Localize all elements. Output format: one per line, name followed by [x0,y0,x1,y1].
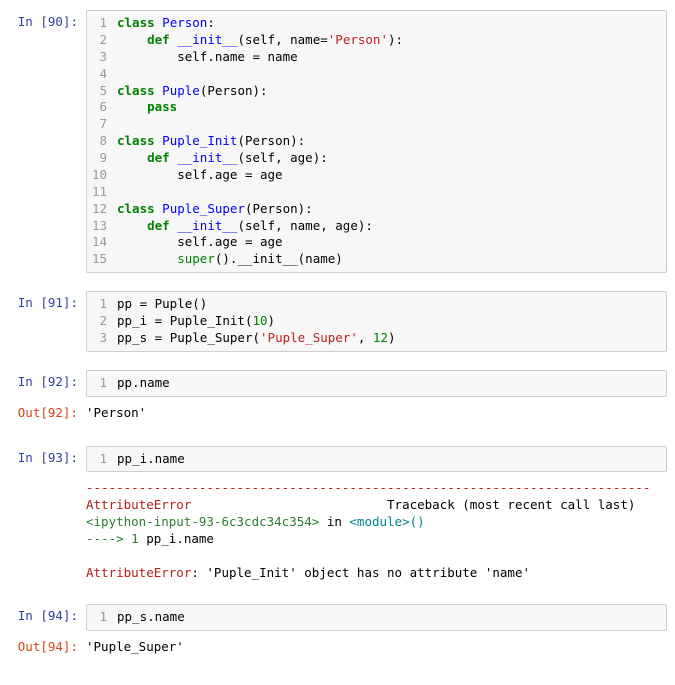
code-source [117,116,666,133]
code-source: super().__init__(name) [117,251,666,268]
line-number: 3 [87,330,117,347]
code-block[interactable]: 1class Person:2 def __init__(self, name=… [86,10,667,273]
line-number: 15 [87,251,117,268]
code-source: def __init__(self, age): [117,150,666,167]
line-number: 8 [87,133,117,150]
line-number: 9 [87,150,117,167]
code-line: 14 self.age = age [87,234,666,251]
line-number: 1 [87,15,117,32]
code-source: pass [117,99,666,116]
code-source: class Puple_Super(Person): [117,201,666,218]
input-cell: In [93]:1pp_i.name [8,444,667,475]
notebook: In [90]:1class Person:2 def __init__(sel… [8,8,667,677]
code-source: class Puple(Person): [117,83,666,100]
code-block[interactable]: 1pp_s.name [86,604,667,631]
code-source [117,184,666,201]
code-source: pp_s = Puple_Super('Puple_Super', 12) [117,330,666,347]
line-number: 14 [87,234,117,251]
code-line: 9 def __init__(self, age): [87,150,666,167]
code-source: pp = Puple() [117,296,666,313]
line-number: 1 [87,296,117,313]
code-source: self.age = age [117,234,666,251]
code-line: 4 [87,66,666,83]
input-cell: In [92]:1pp.name [8,368,667,399]
code-source: pp_i = Puple_Init(10) [117,313,666,330]
line-number: 3 [87,49,117,66]
code-source: class Puple_Init(Person): [117,133,666,150]
code-line: 1class Person: [87,15,666,32]
output-cell: Out[92]:'Person' [8,399,667,430]
code-block[interactable]: 1pp_i.name [86,446,667,473]
code-line: 8class Puple_Init(Person): [87,133,666,150]
line-number: 11 [87,184,117,201]
input-prompt: In [93]: [8,446,86,473]
error-cell: ----------------------------------------… [8,474,667,587]
line-number: 7 [87,116,117,133]
code-source: self.name = name [117,49,666,66]
code-line: 2pp_i = Puple_Init(10) [87,313,666,330]
output-prompt: Out[92]: [8,401,86,428]
code-line: 1pp_i.name [87,451,666,468]
line-number: 2 [87,313,117,330]
code-line: 7 [87,116,666,133]
code-block[interactable]: 1pp = Puple()2pp_i = Puple_Init(10)3pp_s… [86,291,667,352]
code-line: 1pp = Puple() [87,296,666,313]
input-cell: In [90]:1class Person:2 def __init__(sel… [8,8,667,275]
code-source: def __init__(self, name, age): [117,218,666,235]
output-text: 'Person' [86,401,667,428]
code-line: 5class Puple(Person): [87,83,666,100]
input-cell: In [91]:1pp = Puple()2pp_i = Puple_Init(… [8,289,667,354]
code-line: 11 [87,184,666,201]
code-line: 3pp_s = Puple_Super('Puple_Super', 12) [87,330,666,347]
code-line: 15 super().__init__(name) [87,251,666,268]
code-source: pp_i.name [117,451,666,468]
output-prompt: Out[94]: [8,635,86,662]
input-prompt: In [90]: [8,10,86,273]
line-number: 2 [87,32,117,49]
line-number: 12 [87,201,117,218]
code-line: 10 self.age = age [87,167,666,184]
output-text: 'Puple_Super' [86,635,667,662]
code-line: 13 def __init__(self, name, age): [87,218,666,235]
code-line: 3 self.name = name [87,49,666,66]
line-number: 4 [87,66,117,83]
line-number: 1 [87,375,117,392]
line-number: 6 [87,99,117,116]
input-prompt: In [92]: [8,370,86,397]
line-number: 10 [87,167,117,184]
code-source: class Person: [117,15,666,32]
code-source [117,66,666,83]
code-source: pp.name [117,375,666,392]
traceback: ----------------------------------------… [86,476,667,585]
code-line: 6 pass [87,99,666,116]
line-number: 5 [87,83,117,100]
line-number: 13 [87,218,117,235]
input-prompt: In [94]: [8,604,86,631]
output-cell: Out[94]:'Puple_Super' [8,633,667,664]
code-line: 1pp.name [87,375,666,392]
code-block[interactable]: 1pp.name [86,370,667,397]
line-number: 1 [87,451,117,468]
input-cell: In [94]:1pp_s.name [8,602,667,633]
code-source: self.age = age [117,167,666,184]
input-prompt: In [91]: [8,291,86,352]
code-source: def __init__(self, name='Person'): [117,32,666,49]
code-line: 12class Puple_Super(Person): [87,201,666,218]
code-line: 2 def __init__(self, name='Person'): [87,32,666,49]
